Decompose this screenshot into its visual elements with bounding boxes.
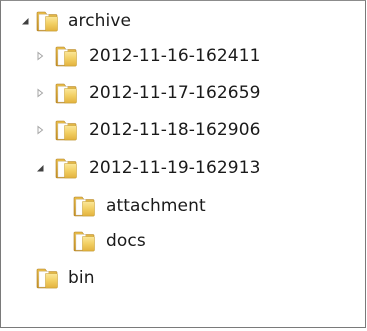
collapsed-arrow-icon[interactable] [33,115,47,145]
tree-item-2012-11-19-162913[interactable]: 2012-11-19-162913 [1,153,365,183]
tree-item-label: bin [68,268,95,288]
tree-item-2012-11-18-162906[interactable]: 2012-11-18-162906 [1,115,365,145]
tree-item-label: 2012-11-18-162906 [89,120,261,140]
collapsed-arrow-icon[interactable] [33,78,47,108]
folder-icon [54,157,78,179]
folder-icon [35,10,59,32]
tree-item-label: 2012-11-17-162659 [89,83,261,103]
tree-item-archive[interactable]: archive [1,6,365,36]
tree-item-attachment[interactable]: attachment [1,191,365,221]
tree-item-2012-11-16-162411[interactable]: 2012-11-16-162411 [1,41,365,71]
tree-item-label: docs [106,231,146,251]
tree-item-label: 2012-11-16-162411 [89,46,261,66]
folder-icon [72,230,96,252]
folder-icon [54,45,78,67]
collapsed-arrow-icon[interactable] [33,41,47,71]
expanded-arrow-icon[interactable] [18,6,32,36]
tree-item-label: attachment [106,196,206,216]
tree-item-label: 2012-11-19-162913 [89,158,261,178]
folder-icon [54,119,78,141]
folder-icon [72,195,96,217]
folder-icon [35,267,59,289]
tree-item-docs[interactable]: docs [1,226,365,256]
tree-item-label: archive [68,11,132,31]
folder-tree-panel: archive 2012-11-16-162411 2012-11-17-162… [0,0,366,328]
folder-icon [54,82,78,104]
tree-item-2012-11-17-162659[interactable]: 2012-11-17-162659 [1,78,365,108]
expanded-arrow-icon[interactable] [33,153,47,183]
tree-item-bin[interactable]: bin [1,263,365,293]
